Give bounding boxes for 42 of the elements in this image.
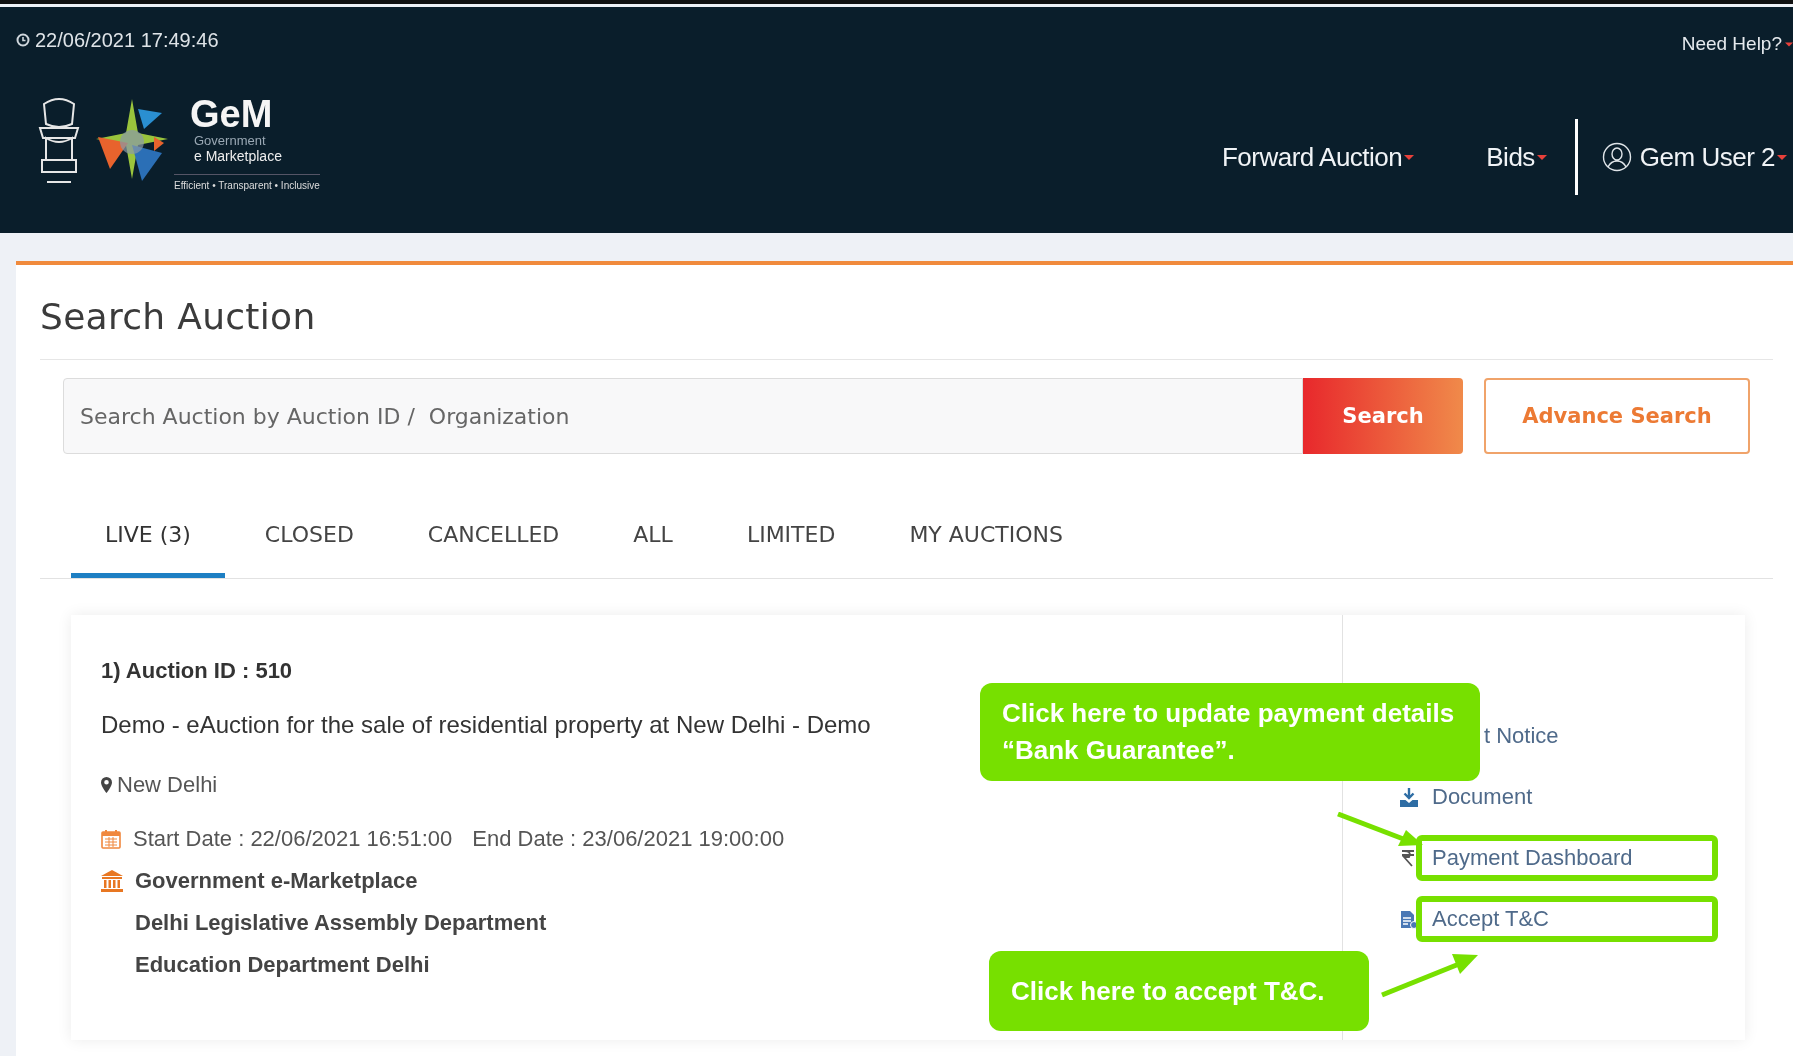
search-field[interactable]: Search Auction by Auction ID / Organization (63, 378, 1303, 454)
logo-name: GeM (190, 93, 274, 134)
caret-icon (1785, 41, 1793, 47)
caret-icon (1536, 154, 1547, 160)
organization-name: Education Department Delhi (135, 951, 430, 979)
bank-icon (101, 870, 123, 892)
organization-name: Delhi Legislative Assembly Department (135, 909, 547, 937)
logo-subtitle: Government (194, 133, 267, 148)
calendar-icon (101, 829, 121, 849)
help-link[interactable]: Need Help? (1681, 33, 1782, 55)
clock-icon (16, 33, 30, 47)
date-time: 22/06/2021 17:49:46 (35, 28, 219, 52)
tab[interactable]: CLOSED (230, 504, 388, 578)
callout-box: Click here to update payment details “Bank Guarantee”. (980, 683, 1480, 781)
auction-title: Demo - eAuction for the sale of residential property at New Delhi - Demo (101, 711, 871, 739)
tab[interactable]: LIVE (3) (71, 504, 225, 578)
tab[interactable]: MY AUCTIONS (875, 504, 1097, 578)
caret-icon (1404, 154, 1415, 160)
action-link[interactable]: t Notice (1484, 719, 1559, 753)
end-date: End Date : 23/06/2021 19:00:00 (472, 825, 785, 853)
tab[interactable]: LIMITED (712, 504, 870, 578)
user-menu[interactable]: Gem User 2 (1639, 141, 1775, 173)
page-title: Search Auction (40, 295, 317, 339)
callout-box: Click here to accept T&C. (989, 951, 1369, 1031)
start-date: Start Date : 22/06/2021 16:51:00 (133, 825, 453, 853)
auction-id: 1) Auction ID : 510 (101, 657, 293, 685)
logo-tagline: Efficient • Transparent • Inclusive (174, 173, 320, 191)
location-text: New Delhi (117, 771, 218, 799)
tab[interactable]: CANCELLED (393, 504, 594, 578)
organization-name: Government e-Marketplace (135, 867, 418, 895)
nav-menu[interactable]: Bids (1486, 141, 1535, 173)
download-icon (1400, 787, 1418, 807)
caret-icon (1777, 154, 1787, 160)
nav-menu[interactable]: Forward Auction (1221, 141, 1403, 173)
tab[interactable]: ALL (599, 504, 707, 578)
action-link[interactable]: Document (1432, 780, 1533, 814)
document-icon (1400, 909, 1418, 929)
user-icon (1601, 142, 1632, 172)
action-link[interactable]: Accept T&C (1416, 896, 1718, 942)
action-link[interactable]: Payment Dashboard (1416, 835, 1718, 881)
map-pin-icon (101, 777, 112, 793)
logo-subtitle: e Marketplace (194, 147, 283, 164)
